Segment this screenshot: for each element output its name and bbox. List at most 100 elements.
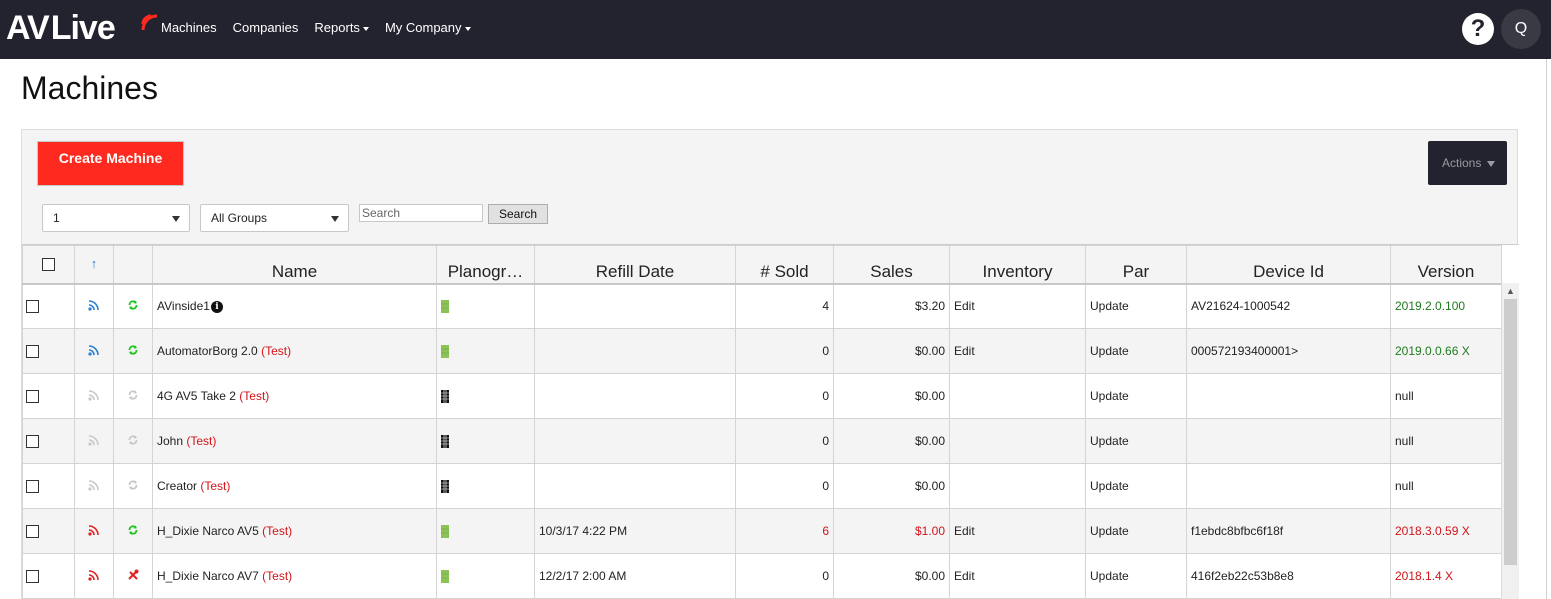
version-cell: null [1390, 463, 1502, 509]
row-select-cell [22, 373, 75, 419]
par-update-link[interactable]: Update [1090, 344, 1129, 358]
par-update-link[interactable]: Update [1090, 479, 1129, 493]
inventory-edit-link[interactable]: Edit [954, 299, 975, 313]
planogram-cell[interactable] [436, 508, 535, 554]
planogram-green-icon[interactable] [441, 345, 449, 359]
planogram-cell[interactable] [436, 553, 535, 599]
nav-machines[interactable]: Machines [161, 20, 217, 35]
page-size-select[interactable]: 1 [42, 204, 190, 232]
machine-name-cell[interactable]: AutomatorBorg 2.0 (Test) [152, 328, 437, 374]
par-update-link[interactable]: Update [1090, 524, 1129, 538]
row-checkbox[interactable] [26, 570, 39, 584]
planogram-cell[interactable] [436, 328, 535, 374]
info-icon[interactable]: i [210, 301, 223, 314]
table-scrollbar[interactable]: ▲ [1501, 283, 1519, 599]
avlive-logo[interactable]: AV Live [6, 8, 158, 48]
column-header-planogram[interactable]: Planogr… [436, 245, 535, 285]
group-select[interactable]: All Groups [200, 204, 349, 232]
column-header-sold[interactable]: # Sold [735, 245, 834, 285]
device-id-cell: 416f2eb22c53b8e8 [1186, 553, 1391, 599]
planogram-green-icon[interactable] [441, 525, 449, 539]
sales-cell: $0.00 [833, 328, 950, 374]
scroll-thumb[interactable] [1504, 299, 1517, 565]
machine-name[interactable]: H_Dixie Narco AV5 [157, 524, 259, 538]
par-update-link[interactable]: Update [1090, 299, 1129, 313]
par-update-link[interactable]: Update [1090, 569, 1129, 583]
inventory-edit-link[interactable]: Edit [954, 344, 975, 358]
logo-text-av: AV [6, 9, 50, 47]
sort-header[interactable]: ↑ [74, 245, 114, 285]
machine-name[interactable]: AutomatorBorg 2.0 [157, 344, 258, 358]
row-checkbox[interactable] [26, 300, 39, 314]
device-id-cell: f1ebdc8bfbc6f18f [1186, 508, 1391, 554]
planogram-cell[interactable] [436, 283, 535, 329]
select-all-header [22, 245, 75, 285]
sold-cell: 4 [735, 283, 834, 329]
column-header-name[interactable]: Name [152, 245, 437, 285]
column-header-par[interactable]: Par [1085, 245, 1187, 285]
table-row[interactable]: Creator (Test) 0 $0.00 Update null [22, 463, 1502, 509]
actions-dropdown-button[interactable]: Actions [1428, 141, 1507, 185]
column-header-inventory[interactable]: Inventory [949, 245, 1086, 285]
table-row[interactable]: H_Dixie Narco AV7 (Test) 12/2/17 2:00 AM 0… [22, 553, 1502, 599]
column-header-device-id[interactable]: Device Id [1186, 245, 1391, 285]
machine-name-cell[interactable]: Creator (Test) [152, 463, 437, 509]
machine-name[interactable]: AVinside1 [157, 299, 210, 313]
column-header-version[interactable]: Version [1390, 245, 1502, 285]
machine-name[interactable]: Creator [157, 479, 197, 493]
row-checkbox[interactable] [26, 345, 39, 359]
refill-date-cell [534, 283, 736, 329]
row-select-cell [22, 463, 75, 509]
par-update-link[interactable]: Update [1090, 434, 1129, 448]
inventory-cell [949, 418, 1086, 464]
machine-name-cell[interactable]: AVinside1 i [152, 283, 437, 329]
nav-my-company[interactable]: My Company [385, 20, 471, 35]
machine-name[interactable]: 4G AV5 Take 2 [157, 389, 236, 403]
version-value: null [1395, 434, 1414, 448]
row-select-cell [22, 553, 75, 599]
nav-companies[interactable]: Companies [233, 20, 299, 35]
help-icon[interactable]: ? [1462, 13, 1494, 45]
planogram-cell[interactable] [436, 418, 535, 464]
select-all-checkbox[interactable] [42, 257, 55, 271]
machine-name-cell[interactable]: John (Test) [152, 418, 437, 464]
column-header-refill-date[interactable]: Refill Date [534, 245, 736, 285]
table-row[interactable]: H_Dixie Narco AV5 (Test) 10/3/17 4:22 PM 6… [22, 508, 1502, 554]
planogram-green-icon[interactable] [441, 300, 449, 314]
table-row[interactable]: AutomatorBorg 2.0 (Test) 0 $0.00 Edit Update… [22, 328, 1502, 374]
table-row[interactable]: John (Test) 0 $0.00 Update null [22, 418, 1502, 464]
signal-cell [74, 328, 114, 374]
inventory-edit-link[interactable]: Edit [954, 569, 975, 583]
scroll-up-arrow-icon[interactable]: ▲ [1502, 283, 1519, 299]
inventory-edit-link[interactable]: Edit [954, 524, 975, 538]
create-machine-button[interactable]: Create Machine [37, 141, 184, 186]
planogram-black-icon[interactable] [441, 435, 449, 449]
device-id-cell [1186, 463, 1391, 509]
search-button[interactable]: Search [488, 204, 548, 224]
planogram-cell[interactable] [436, 373, 535, 419]
row-checkbox[interactable] [26, 525, 39, 539]
table-row[interactable]: 4G AV5 Take 2 (Test) 0 $0.00 Update null [22, 373, 1502, 419]
search-input[interactable] [359, 204, 483, 222]
machine-name-cell[interactable]: 4G AV5 Take 2 (Test) [152, 373, 437, 419]
signal-gray-icon [88, 434, 100, 449]
user-avatar[interactable]: Q [1501, 9, 1541, 49]
row-checkbox[interactable] [26, 480, 39, 494]
planogram-black-icon[interactable] [441, 390, 449, 404]
table-row[interactable]: AVinside1 i 4 $3.20 Edit Update AV21624-100054… [22, 283, 1502, 329]
par-update-link[interactable]: Update [1090, 389, 1129, 403]
inventory-cell [949, 463, 1086, 509]
planogram-green-icon[interactable] [441, 570, 449, 584]
planogram-black-icon[interactable] [441, 480, 449, 494]
row-checkbox[interactable] [26, 390, 39, 404]
nav-reports[interactable]: Reports [314, 20, 369, 35]
machine-name[interactable]: John [157, 434, 183, 448]
row-checkbox[interactable] [26, 435, 39, 449]
machine-name-cell[interactable]: H_Dixie Narco AV7 (Test) [152, 553, 437, 599]
signal-red-icon [88, 569, 100, 584]
planogram-cell[interactable] [436, 463, 535, 509]
column-header-sales[interactable]: Sales [833, 245, 950, 285]
machine-name-cell[interactable]: H_Dixie Narco AV5 (Test) [152, 508, 437, 554]
version-cell: 2018.3.0.59 X [1390, 508, 1502, 554]
machine-name[interactable]: H_Dixie Narco AV7 [157, 569, 259, 583]
